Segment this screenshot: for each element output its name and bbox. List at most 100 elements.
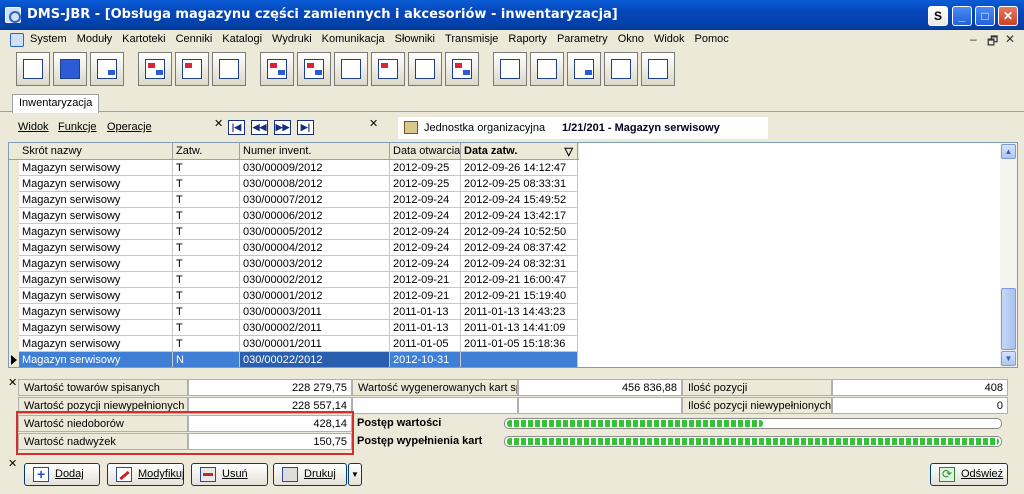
table-row[interactable]: Magazyn serwisowy T 030/00002/2012 2012-09-…	[9, 272, 578, 288]
table-row[interactable]: Magazyn serwisowy T 030/00002/2011 2011-01-…	[9, 320, 578, 336]
cell-numer-invent[interactable]: 030/00002/2012	[240, 272, 390, 288]
column-data-zatw[interactable]: Data zatw. ▽	[461, 143, 578, 160]
table-row[interactable]: Magazyn serwisowy T 030/00001/2011 2011-01-…	[9, 336, 578, 352]
menu-transmisje[interactable]: Transmisje	[445, 33, 498, 45]
toolbar-button-chart[interactable]	[445, 52, 479, 86]
s-button[interactable]: S	[928, 6, 948, 26]
cell-data-otwarcia[interactable]: 2012-09-25	[390, 160, 461, 176]
nav-last-button[interactable]: ▶|	[297, 120, 314, 135]
cell-data-otwarcia[interactable]: 2012-09-24	[390, 224, 461, 240]
tab-inwentaryzacja[interactable]: Inwentaryzacja	[12, 94, 100, 113]
cell-skrot-nazwy[interactable]: Magazyn serwisowy	[19, 352, 173, 367]
cell-numer-invent[interactable]: 030/00002/2011	[240, 320, 390, 336]
vertical-scrollbar[interactable]: ▲ ▼	[1000, 143, 1017, 367]
toolbar-button-card[interactable]	[604, 52, 638, 86]
toolbar-button-transfer[interactable]	[138, 52, 172, 86]
table-row[interactable]: Magazyn serwisowy T 030/00006/2012 2012-09-…	[9, 208, 578, 224]
toolbar-button-calculator[interactable]	[641, 52, 675, 86]
close-icon[interactable]: ✕	[369, 117, 378, 130]
cell-data-otwarcia[interactable]: 2012-09-21	[390, 272, 461, 288]
cell-skrot-nazwy[interactable]: Magazyn serwisowy	[19, 288, 173, 304]
cell-data-zatw[interactable]: 2012-09-26 14:12:47	[461, 160, 578, 176]
cell-numer-invent[interactable]: 030/00005/2012	[240, 224, 390, 240]
cell-zatw[interactable]: T	[173, 304, 240, 320]
cell-skrot-nazwy[interactable]: Magazyn serwisowy	[19, 304, 173, 320]
local-menu-funkcje[interactable]: Funkcje	[58, 121, 97, 133]
dodaj-button[interactable]: Dodaj	[24, 463, 100, 486]
cell-numer-invent[interactable]: 030/00006/2012	[240, 208, 390, 224]
mdi-minimize-button[interactable]: –	[970, 32, 977, 46]
cell-skrot-nazwy[interactable]: Magazyn serwisowy	[19, 192, 173, 208]
cell-data-zatw[interactable]: 2011-01-13 14:43:23	[461, 304, 578, 320]
cell-zatw[interactable]: T	[173, 192, 240, 208]
drukuj-dropdown-button[interactable]: ▼	[348, 463, 362, 486]
mdi-restore-button[interactable]: 🗗	[987, 32, 998, 53]
table-row[interactable]: Magazyn serwisowy T 030/00001/2012 2012-09-…	[9, 288, 578, 304]
close-icon[interactable]: ✕	[214, 117, 223, 130]
cell-skrot-nazwy[interactable]: Magazyn serwisowy	[19, 256, 173, 272]
scroll-up-icon[interactable]: ▲	[1001, 144, 1016, 159]
cell-zatw[interactable]: T	[173, 224, 240, 240]
cell-zatw[interactable]: T	[173, 160, 240, 176]
cell-zatw[interactable]: T	[173, 256, 240, 272]
toolbar-button-list[interactable]	[90, 52, 124, 86]
toolbar-button-sort[interactable]	[334, 52, 368, 86]
cell-data-otwarcia[interactable]: 2012-09-21	[390, 288, 461, 304]
cell-data-zatw[interactable]: 2012-09-24 15:49:52	[461, 192, 578, 208]
close-icon[interactable]: ✕	[8, 457, 17, 470]
toolbar-button-copy[interactable]	[212, 52, 246, 86]
column-skrot-nazwy[interactable]: Skrót nazwy	[19, 143, 173, 160]
cell-zatw[interactable]: T	[173, 320, 240, 336]
cell-numer-invent[interactable]: 030/00003/2012	[240, 256, 390, 272]
cell-data-zatw[interactable]: 2012-09-21 15:19:40	[461, 288, 578, 304]
toolbar-button-report[interactable]	[408, 52, 442, 86]
nav-next-button[interactable]: ▶▶	[274, 120, 291, 135]
column-numer-invent[interactable]: Numer invent.	[240, 143, 390, 160]
cell-data-otwarcia[interactable]: 2011-01-05	[390, 336, 461, 352]
odswiez-button[interactable]: Odśwież	[930, 463, 1008, 486]
column-data-otwarcia[interactable]: Data otwarcia	[390, 143, 461, 160]
cell-skrot-nazwy[interactable]: Magazyn serwisowy	[19, 240, 173, 256]
menu-system[interactable]: System	[30, 33, 67, 45]
cell-data-otwarcia[interactable]: 2011-01-13	[390, 304, 461, 320]
cell-skrot-nazwy[interactable]: Magazyn serwisowy	[19, 160, 173, 176]
cell-numer-invent[interactable]: 030/00004/2012	[240, 240, 390, 256]
cell-zatw[interactable]: T	[173, 272, 240, 288]
menu-pomoc[interactable]: Pomoc	[695, 33, 729, 45]
cell-numer-invent[interactable]: 030/00001/2012	[240, 288, 390, 304]
cell-data-zatw[interactable]: 2012-09-24 08:32:31	[461, 256, 578, 272]
cell-numer-invent[interactable]: 030/00007/2012	[240, 192, 390, 208]
cell-numer-invent[interactable]: 030/00003/2011	[240, 304, 390, 320]
cell-zatw[interactable]: T	[173, 176, 240, 192]
table-row[interactable]: Magazyn serwisowy T 030/00007/2012 2012-09-…	[9, 192, 578, 208]
toolbar-button-calendar[interactable]	[567, 52, 601, 86]
app-icon[interactable]	[5, 7, 21, 23]
table-row[interactable]: Magazyn serwisowy N 030/00022/2012 2012-10-…	[9, 352, 578, 367]
cell-data-zatw[interactable]: 2012-09-24 10:52:50	[461, 224, 578, 240]
local-menu-widok[interactable]: Widok	[18, 121, 49, 133]
cell-data-zatw[interactable]: 2011-01-13 14:41:09	[461, 320, 578, 336]
cell-data-zatw[interactable]: 2011-01-05 15:18:36	[461, 336, 578, 352]
scroll-thumb[interactable]	[1001, 288, 1016, 350]
usun-button[interactable]: Usuń	[191, 463, 268, 486]
cell-zatw[interactable]: N	[173, 352, 240, 367]
toolbar-button-documents[interactable]	[16, 52, 50, 86]
toolbar-button-move-in[interactable]	[260, 52, 294, 86]
menu-widok[interactable]: Widok	[654, 33, 685, 45]
menu-katalogi[interactable]: Katalogi	[222, 33, 262, 45]
table-row[interactable]: Magazyn serwisowy T 030/00004/2012 2012-09-…	[9, 240, 578, 256]
menu-wydruki[interactable]: Wydruki	[272, 33, 312, 45]
cell-skrot-nazwy[interactable]: Magazyn serwisowy	[19, 272, 173, 288]
cell-skrot-nazwy[interactable]: Magazyn serwisowy	[19, 176, 173, 192]
local-menu-operacje[interactable]: Operacje	[107, 121, 152, 133]
cell-data-otwarcia[interactable]: 2012-09-25	[390, 176, 461, 192]
table-row[interactable]: Magazyn serwisowy T 030/00003/2011 2011-01-…	[9, 304, 578, 320]
cell-skrot-nazwy[interactable]: Magazyn serwisowy	[19, 208, 173, 224]
column-zatw[interactable]: Zatw.	[173, 143, 240, 160]
drukuj-button[interactable]: Drukuj	[273, 463, 347, 486]
close-button[interactable]: ✕	[998, 6, 1018, 26]
cell-skrot-nazwy[interactable]: Magazyn serwisowy	[19, 336, 173, 352]
table-row[interactable]: Magazyn serwisowy T 030/00008/2012 2012-09-…	[9, 176, 578, 192]
cell-data-otwarcia[interactable]: 2012-09-24	[390, 208, 461, 224]
cell-data-otwarcia[interactable]: 2012-10-31	[390, 352, 461, 367]
